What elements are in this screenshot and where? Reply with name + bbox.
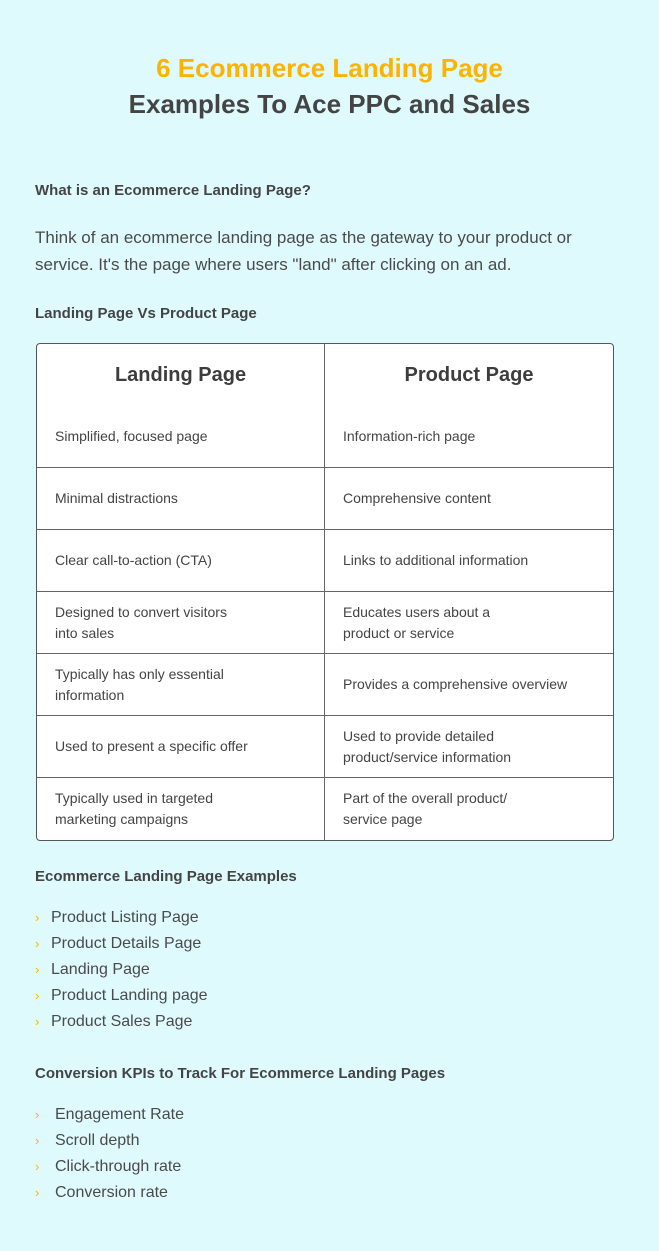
table-cell: Provides a comprehensive overview — [325, 654, 613, 716]
chevron-right-icon: › — [35, 1014, 40, 1029]
table-row: Typically used in targeted marketing cam… — [37, 778, 613, 840]
column-header-landing: Landing Page — [37, 344, 325, 406]
table-cell: Used to provide detailed product/service… — [325, 716, 613, 778]
table-header-row: Landing Page Product Page — [37, 344, 613, 406]
table-cell: Links to additional information — [325, 530, 613, 592]
examples-list: › Product Listing Page › Product Details P… — [35, 905, 208, 1035]
chevron-right-icon: › — [35, 1159, 40, 1174]
chevron-right-icon: › — [35, 936, 40, 951]
table-cell: Educates users about a product or servic… — [325, 592, 613, 654]
comparison-table: Landing Page Product Page Simplified, fo… — [36, 343, 614, 841]
chevron-right-icon: › — [35, 1133, 40, 1148]
list-item: › Conversion rate — [35, 1180, 184, 1206]
list-item: › Landing Page — [35, 957, 208, 983]
table-cell: Part of the overall product/ service pag… — [343, 790, 508, 827]
list-item: › Click-through rate — [35, 1154, 184, 1180]
table-cell: Used to present a specific offer — [37, 716, 325, 778]
list-item: › Product Landing page — [35, 983, 208, 1009]
table-row: Used to present a specific offer Used to… — [37, 716, 613, 778]
chevron-right-icon: › — [35, 988, 40, 1003]
list-item: › Engagement Rate — [35, 1102, 184, 1128]
title-line-2: Examples To Ace PPC and Sales — [128, 89, 531, 119]
table-cell: Comprehensive content — [325, 468, 613, 530]
table-row: Clear call-to-action (CTA) Links to addi… — [37, 530, 613, 592]
chevron-right-icon: › — [35, 962, 40, 977]
table-cell: Minimal distractions — [37, 468, 325, 530]
list-item: › Scroll depth — [35, 1128, 184, 1154]
table-row: Typically has only essential information… — [37, 654, 613, 716]
intro-paragraph: Think of an ecommerce landing page as th… — [35, 228, 572, 274]
title-line-1: 6 Ecommerce Landing Page — [156, 53, 503, 83]
kpi-list: › Engagement Rate › Scroll depth › Click-th… — [35, 1102, 184, 1206]
chevron-right-icon: › — [35, 1185, 40, 1200]
column-header-product: Product Page — [404, 363, 534, 386]
heading-what-is: What is an Ecommerce Landing Page? — [35, 182, 311, 199]
table-row: Simplified, focused page Information-ric… — [37, 406, 613, 468]
chevron-right-icon: › — [35, 910, 40, 925]
table-row: Minimal distractions Comprehensive conte… — [37, 468, 613, 530]
table-cell: Designed to convert visitors into sales — [37, 592, 325, 654]
table-cell: Clear call-to-action (CTA) — [37, 530, 325, 592]
table-cell: Information-rich page — [325, 406, 613, 468]
heading-examples: Ecommerce Landing Page Examples — [35, 868, 297, 885]
heading-kpis: Conversion KPIs to Track For Ecommerce L… — [35, 1065, 446, 1082]
page-title: 6 Ecommerce Landing Page Examples To Ace… — [0, 50, 659, 122]
table-cell: Typically used in targeted marketing cam… — [37, 778, 325, 840]
table-cell: Typically has only essential information — [37, 654, 325, 716]
table-cell: Simplified, focused page — [37, 406, 325, 468]
list-item: › Product Listing Page — [35, 905, 208, 931]
heading-comparison: Landing Page Vs Product Page — [35, 305, 257, 322]
list-item: › Product Details Page — [35, 931, 208, 957]
chevron-right-icon: › — [35, 1107, 40, 1122]
table-row: Designed to convert visitors into sales … — [37, 592, 613, 654]
list-item: › Product Sales Page — [35, 1009, 208, 1035]
